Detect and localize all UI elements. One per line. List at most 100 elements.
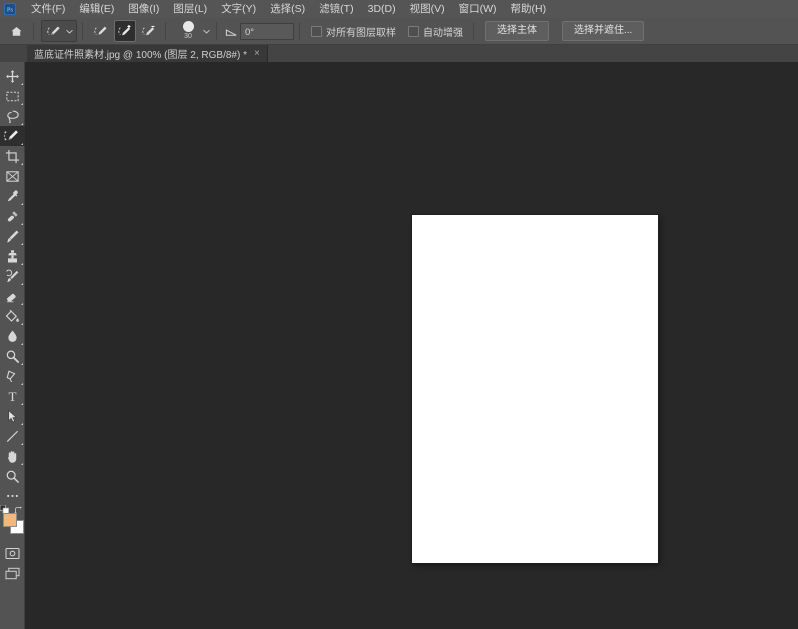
tool-flyout-indicator bbox=[21, 222, 23, 225]
document-tab-bar: 蓝底证件照素材.jpg @ 100% (图层 2, RGB/8#) * × bbox=[0, 45, 798, 62]
menu-file[interactable]: 文件(F) bbox=[24, 0, 72, 18]
pen-tool[interactable] bbox=[0, 366, 25, 386]
spot-healing-brush-tool[interactable] bbox=[0, 206, 25, 226]
color-swatches bbox=[0, 504, 25, 538]
brush-size-value: 30 bbox=[184, 33, 192, 40]
document-canvas[interactable] bbox=[412, 215, 658, 563]
lasso-tool[interactable] bbox=[0, 106, 25, 126]
hand-tool[interactable] bbox=[0, 446, 25, 466]
move-tool[interactable] bbox=[0, 66, 25, 86]
dodge-icon bbox=[6, 350, 19, 363]
menu-filter[interactable]: 滤镜(T) bbox=[312, 0, 360, 18]
paint-bucket-icon bbox=[5, 309, 19, 322]
tool-flyout-indicator bbox=[21, 382, 23, 385]
tool-flyout-indicator bbox=[21, 322, 23, 325]
tool-flyout-indicator bbox=[21, 342, 23, 345]
angle-input[interactable]: 0° bbox=[240, 22, 294, 40]
eraser-tool[interactable] bbox=[0, 286, 25, 306]
menu-3d[interactable]: 3D(D) bbox=[361, 0, 403, 18]
menu-help[interactable]: 帮助(H) bbox=[504, 0, 554, 18]
zoom-tool[interactable] bbox=[0, 466, 25, 486]
menu-view[interactable]: 视图(V) bbox=[403, 0, 452, 18]
hand-icon bbox=[7, 450, 16, 463]
close-icon[interactable]: × bbox=[254, 48, 260, 59]
screen-mode-toggle[interactable] bbox=[0, 563, 25, 583]
quick-selection-tool[interactable] bbox=[0, 126, 25, 146]
menu-edit[interactable]: 编辑(E) bbox=[72, 0, 121, 18]
history-brush-tool[interactable] bbox=[0, 266, 25, 286]
tool-flyout-indicator bbox=[21, 362, 23, 365]
crop-tool[interactable] bbox=[0, 146, 25, 166]
sample-all-layers-box-icon[interactable] bbox=[311, 25, 322, 37]
clone-stamp-icon bbox=[7, 249, 17, 262]
home-button[interactable] bbox=[4, 20, 28, 42]
quick-mask-icon bbox=[4, 547, 20, 559]
tool-flyout-indicator bbox=[21, 262, 23, 265]
select-subject-button[interactable]: 选择主体 bbox=[485, 21, 549, 41]
auto-enhance-checkbox[interactable]: 自动增强 bbox=[408, 24, 463, 39]
menu-bar: Ps 文件(F) 编辑(E) 图像(I) 图层(L) 文字(Y) 选择(S) 滤… bbox=[0, 0, 798, 18]
clone-stamp-tool[interactable] bbox=[0, 246, 25, 266]
gradient-tool[interactable] bbox=[0, 306, 25, 326]
healing-brush-icon bbox=[7, 210, 18, 221]
marquee-icon bbox=[5, 91, 19, 101]
lasso-icon bbox=[6, 110, 19, 123]
rectangular-marquee-tool[interactable] bbox=[0, 86, 25, 106]
frame-icon bbox=[5, 170, 19, 182]
tool-flyout-indicator bbox=[21, 82, 23, 85]
tool-flyout-indicator bbox=[21, 302, 23, 305]
line-tool[interactable] bbox=[0, 426, 25, 446]
chevron-down-icon[interactable] bbox=[64, 22, 74, 40]
tool-preset-picker[interactable] bbox=[41, 20, 77, 42]
brush-options-chevron-down-icon[interactable] bbox=[201, 22, 211, 40]
foreground-color-swatch[interactable] bbox=[2, 513, 17, 527]
options-separator-6 bbox=[473, 22, 474, 40]
menu-type[interactable]: 文字(Y) bbox=[214, 0, 263, 18]
menu-window[interactable]: 窗口(W) bbox=[452, 0, 504, 18]
eyedropper-tool[interactable] bbox=[0, 186, 25, 206]
tool-flyout-indicator bbox=[21, 242, 23, 245]
brush-size-preview[interactable]: 30 bbox=[175, 19, 201, 43]
tool-flyout-indicator bbox=[21, 402, 23, 405]
home-icon bbox=[10, 26, 22, 36]
new-selection-mode[interactable] bbox=[90, 20, 112, 42]
dodge-tool[interactable] bbox=[0, 346, 25, 366]
selection-mode-group bbox=[90, 20, 160, 42]
brush-tool[interactable] bbox=[0, 226, 25, 246]
document-tab-title: 蓝底证件照素材.jpg @ 100% (图层 2, RGB/8#) * bbox=[34, 50, 247, 61]
eyedropper-icon bbox=[7, 190, 18, 201]
crop-icon bbox=[5, 149, 19, 163]
tool-flyout-indicator bbox=[21, 142, 23, 145]
subtract-from-selection-mode[interactable] bbox=[138, 20, 160, 42]
options-bar: 30 0° 对所有图层取样 自动增强 选择主体 选择并遮住... bbox=[0, 18, 798, 45]
canvas-area[interactable] bbox=[25, 62, 798, 629]
sample-all-layers-label: 对所有图层取样 bbox=[326, 27, 396, 39]
tool-flyout-indicator bbox=[21, 442, 23, 445]
frame-tool[interactable] bbox=[0, 166, 25, 186]
options-separator-2 bbox=[82, 22, 83, 40]
options-separator-4 bbox=[216, 22, 217, 40]
menu-layer[interactable]: 图层(L) bbox=[166, 0, 214, 18]
menu-image[interactable]: 图像(I) bbox=[121, 0, 166, 18]
options-separator-3 bbox=[165, 22, 166, 40]
tool-flyout-indicator bbox=[21, 462, 23, 465]
quick-selection-tool-icon bbox=[44, 22, 64, 40]
angle-icon bbox=[222, 22, 240, 40]
add-to-selection-mode[interactable] bbox=[114, 20, 136, 42]
sample-all-layers-checkbox[interactable]: 对所有图层取样 bbox=[311, 24, 396, 39]
tool-flyout-indicator bbox=[21, 202, 23, 205]
blur-tool[interactable] bbox=[0, 326, 25, 346]
document-tab[interactable]: 蓝底证件照素材.jpg @ 100% (图层 2, RGB/8#) * × bbox=[27, 45, 268, 62]
menu-select[interactable]: 选择(S) bbox=[263, 0, 312, 18]
tool-flyout-indicator bbox=[21, 122, 23, 125]
quick-mask-toggle[interactable] bbox=[0, 543, 25, 563]
type-tool[interactable]: T bbox=[0, 386, 25, 406]
tool-flyout-indicator bbox=[21, 422, 23, 425]
auto-enhance-label: 自动增强 bbox=[423, 27, 463, 39]
history-brush-icon bbox=[5, 269, 18, 282]
select-and-mask-button[interactable]: 选择并遮住... bbox=[562, 21, 645, 41]
auto-enhance-box-icon[interactable] bbox=[408, 25, 419, 37]
path-selection-tool[interactable] bbox=[0, 406, 25, 426]
svg-text:T: T bbox=[8, 389, 16, 404]
options-separator-1 bbox=[33, 22, 34, 40]
